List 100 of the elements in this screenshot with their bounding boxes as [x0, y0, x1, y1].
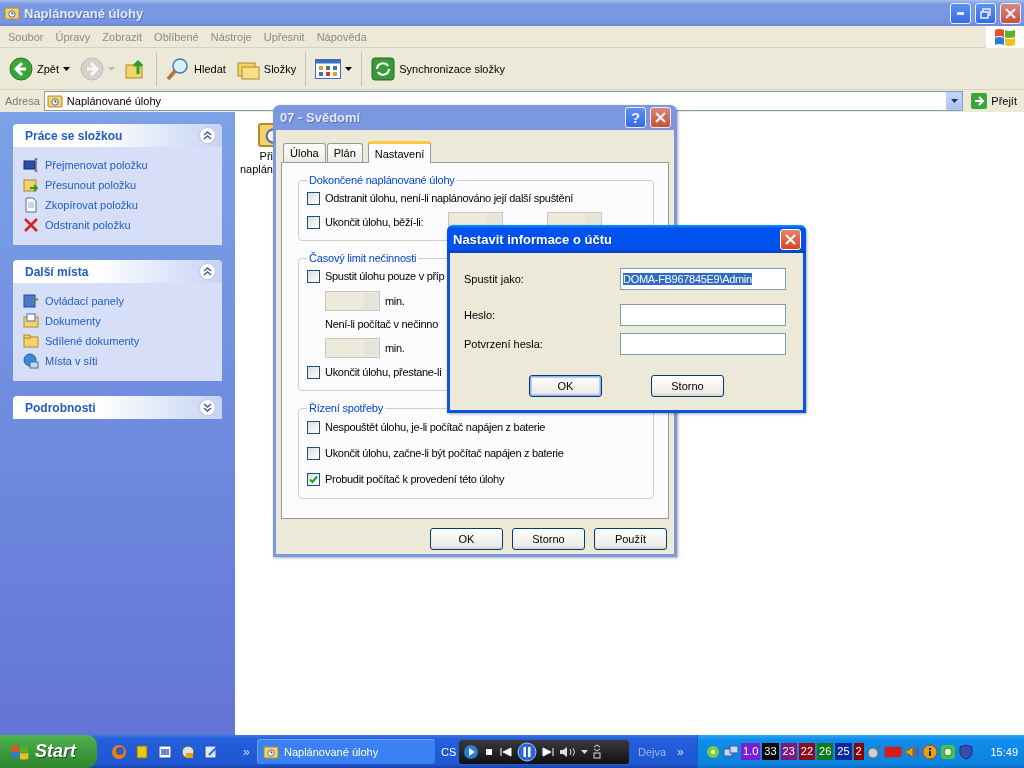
search-button[interactable]: Hledat: [161, 50, 231, 87]
close-icon: [785, 233, 796, 245]
menu-item[interactable]: Oblíbené: [148, 30, 205, 43]
maximize-button[interactable]: [975, 2, 996, 24]
taskbar-button[interactable]: Naplánované úlohy: [257, 739, 435, 764]
close-button[interactable]: [1000, 2, 1021, 24]
menu-item[interactable]: Upřesnit: [257, 30, 311, 43]
menu-item[interactable]: Nástroje: [204, 30, 258, 43]
caret-icon: [108, 66, 115, 71]
task-link[interactable]: Odstranit položku: [23, 215, 212, 235]
input-field[interactable]: [620, 333, 786, 355]
dialog-button[interactable]: Storno: [651, 375, 724, 397]
task-link[interactable]: Dokumenty: [23, 311, 212, 331]
start-button[interactable]: Start: [0, 735, 97, 768]
checkbox[interactable]: [307, 446, 320, 460]
app-icon[interactable]: [180, 743, 196, 760]
task-link[interactable]: Sdílené dokumenty: [23, 331, 212, 351]
document-icon: [23, 197, 39, 213]
task-link[interactable]: Zkopírovat položku: [23, 195, 212, 215]
menu-item[interactable]: Nápověda: [310, 30, 373, 43]
checkbox[interactable]: [307, 365, 320, 379]
input-field[interactable]: DOMA-FB967845E9\Admin: [620, 268, 786, 290]
folders-button[interactable]: Složky: [230, 50, 302, 87]
tray-counter[interactable]: 23: [780, 743, 797, 760]
checkbox-label: Ukončit úlohu, přestane-li: [325, 366, 442, 378]
collapse-button[interactable]: [199, 127, 216, 144]
more-button[interactable]: »: [674, 744, 687, 759]
dialog-button[interactable]: Storno: [512, 528, 585, 550]
unit-label: min.: [385, 294, 405, 307]
tray-counter[interactable]: 25: [835, 743, 852, 760]
dialog-button[interactable]: OK: [430, 528, 503, 550]
sync-button[interactable]: Synchronizace složky: [366, 50, 510, 87]
group-title: Řízení spotřeby: [308, 402, 385, 414]
task-link[interactable]: Přesunout položku: [23, 175, 212, 195]
back-button[interactable]: Zpět: [4, 50, 75, 87]
minimize-button[interactable]: [950, 2, 971, 24]
window-title: Naplánované úlohy: [24, 5, 145, 21]
close-button[interactable]: [650, 107, 671, 128]
close-button[interactable]: [780, 228, 801, 250]
tray-counter[interactable]: 2: [853, 743, 864, 760]
caret-icon: [581, 749, 588, 754]
menu-item[interactable]: Soubor: [2, 30, 50, 43]
caret-icon: [950, 99, 958, 103]
more-button[interactable]: »: [240, 744, 253, 759]
puzzle-icon[interactable]: [134, 743, 150, 760]
folder-clock-icon: [263, 743, 279, 760]
flower-icon[interactable]: [705, 743, 721, 760]
dialog-button[interactable]: Použít: [594, 528, 667, 550]
dropdown-button[interactable]: [946, 92, 963, 110]
task-link[interactable]: Místa v síti: [23, 351, 212, 371]
chevron-up-icon: [203, 131, 212, 140]
tab[interactable]: Plán: [326, 143, 363, 162]
cross-icon: [23, 217, 39, 233]
dialog-button[interactable]: OK: [529, 375, 602, 397]
previous-icon[interactable]: [499, 745, 513, 758]
collapse-button[interactable]: [199, 263, 216, 280]
task-link[interactable]: Přejmenovat položku: [23, 155, 212, 175]
folder-clock-icon: [46, 93, 63, 109]
checkbox[interactable]: [307, 191, 320, 205]
play-icon[interactable]: [463, 743, 479, 760]
shield-icon[interactable]: [957, 743, 974, 760]
field-label: Potvrzení hesla:: [464, 338, 544, 350]
help-button[interactable]: ?: [625, 107, 646, 128]
tab[interactable]: Nastavení: [367, 141, 432, 163]
menu-item[interactable]: Zobrazit: [96, 30, 149, 43]
network-computers-icon[interactable]: [723, 743, 739, 760]
speaker-icon[interactable]: [559, 745, 577, 758]
address-label: Adresa: [5, 95, 40, 107]
language-indicator[interactable]: CS: [441, 745, 455, 758]
task-link[interactable]: Ovládací panely: [23, 291, 212, 311]
file-label: naplán: [239, 163, 273, 176]
input-field[interactable]: [620, 304, 786, 326]
tray-counter[interactable]: 1.0: [741, 743, 761, 760]
tab[interactable]: Úloha: [283, 143, 326, 162]
next-icon[interactable]: [541, 745, 555, 758]
go-button[interactable]: Přejít: [967, 91, 1021, 111]
track-title: Dejva: [638, 745, 668, 758]
satellite-icon[interactable]: [865, 743, 882, 760]
group-title: Dokončené naplánované úlohy: [308, 174, 456, 186]
menu-item[interactable]: Úpravy: [49, 30, 97, 43]
view-grid-icon: [315, 58, 342, 79]
go-arrow-icon: [971, 93, 988, 109]
tray-counter[interactable]: 26: [817, 743, 834, 760]
sync-icon: [371, 56, 396, 81]
pause-icon[interactable]: [517, 741, 537, 762]
checkbox[interactable]: [307, 472, 320, 486]
tray-counter[interactable]: 22: [798, 743, 816, 760]
ring-icon[interactable]: [939, 743, 956, 760]
folder-clock-icon: [4, 5, 20, 21]
checkbox[interactable]: [307, 420, 320, 434]
tray-counter[interactable]: 33: [762, 743, 779, 760]
dialog-title: Nastavit informace o účtu: [453, 231, 613, 247]
document-pen-icon[interactable]: [203, 743, 219, 760]
collapse-button[interactable]: [199, 399, 216, 416]
checkbox[interactable]: [307, 269, 320, 283]
control-panel-icon: [23, 293, 39, 309]
info-icon[interactable]: [921, 743, 938, 760]
checkbox-label: Ukončit úlohu, běží-li:: [325, 216, 425, 228]
document-icon[interactable]: [157, 743, 173, 760]
restore-icon[interactable]: [592, 743, 602, 760]
